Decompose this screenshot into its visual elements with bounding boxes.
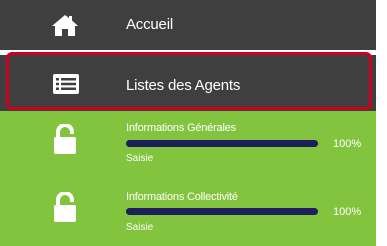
unlock-icon bbox=[54, 192, 76, 222]
progress-status: Saisie bbox=[126, 222, 154, 233]
unlock-icon bbox=[54, 124, 76, 154]
progress-bar-fill bbox=[126, 140, 318, 147]
progress-item-title: Informations Générales bbox=[126, 122, 236, 134]
home-icon bbox=[52, 15, 78, 36]
progress-bar-fill bbox=[126, 208, 318, 215]
progress-bar bbox=[126, 140, 318, 147]
progress-status: Saisie bbox=[126, 153, 154, 164]
page-background bbox=[376, 0, 387, 246]
progress-percent: 100% bbox=[333, 138, 362, 150]
progress-percent: 100% bbox=[333, 206, 362, 218]
progress-bar bbox=[126, 208, 318, 215]
sidebar-menu: Accueil Listes des Agents Informations G… bbox=[0, 0, 376, 246]
menu-item-label: Accueil bbox=[126, 16, 173, 33]
selected-item-outline bbox=[6, 52, 372, 110]
menu-item-accueil[interactable]: Accueil bbox=[0, 0, 376, 50]
progress-item-title: Informations Collectivité bbox=[126, 191, 238, 203]
